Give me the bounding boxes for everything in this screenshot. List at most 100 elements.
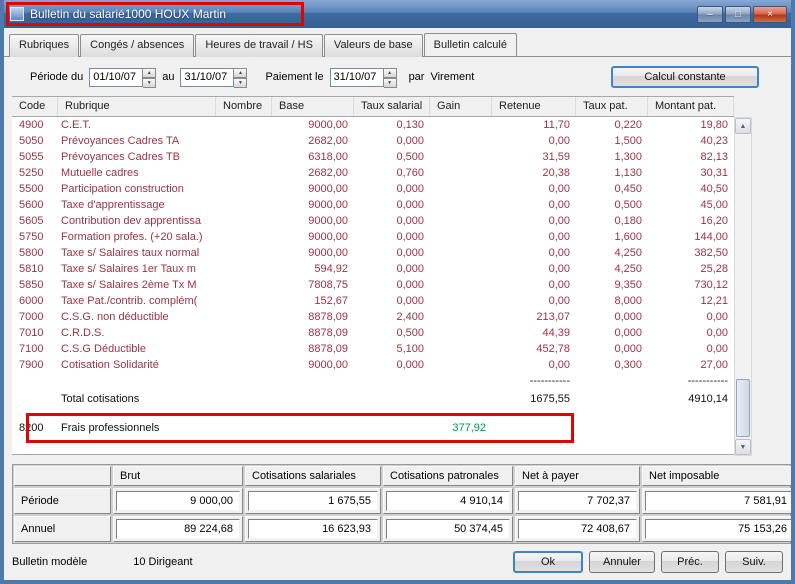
cell-gain [430, 293, 492, 309]
table-row[interactable]: 5750Formation profes. (+20 sala.)9000,00… [12, 229, 734, 245]
cell-taux-salarial: 0,130 [354, 117, 430, 133]
tab-bulletin-calcule[interactable]: Bulletin calculé [424, 33, 517, 56]
cell-taux-pat: 0,000 [576, 325, 648, 341]
tab-valeurs-base[interactable]: Valeurs de base [324, 34, 423, 57]
cell-montant-pat: 12,21 [648, 293, 734, 309]
period-to-input[interactable] [180, 68, 234, 87]
spinner-up-icon[interactable]: ▲ [143, 68, 156, 78]
cell-montant-pat: 0,00 [648, 341, 734, 357]
periode-net-payer: 7 702,37 [518, 491, 637, 511]
table-row[interactable]: 7010C.R.D.S.8878,090,50044,390,0000,00 [12, 325, 734, 341]
cell-rubrique: C.R.D.S. [58, 325, 216, 341]
periode-net-imposable: 7 581,91 [645, 491, 794, 511]
cell-base: 8878,09 [272, 309, 354, 325]
header-rubrique: Rubrique [58, 97, 216, 116]
table-row[interactable]: 5500Participation construction9000,000,0… [12, 181, 734, 197]
cell-retenue: 0,00 [492, 197, 576, 213]
frais-professionnels-row[interactable]: 8200 Frais professionnels 377,92 [12, 419, 734, 437]
cell-base: 9000,00 [272, 357, 354, 373]
cell-montant-pat: 382,50 [648, 245, 734, 261]
cell-nombre [216, 229, 272, 245]
calc-constante-button[interactable]: Calcul constante [611, 66, 759, 88]
table-row[interactable]: 7100C.S.G Déductible8878,095,100452,780,… [12, 341, 734, 357]
table-row[interactable]: 6000Taxe Pat./contrib. complém(152,670,0… [12, 293, 734, 309]
cell-code: 5055 [12, 149, 58, 165]
scroll-down-icon[interactable]: ▼ [735, 439, 751, 455]
summary-row-periode-label: Période [14, 488, 111, 514]
cell-gain [430, 357, 492, 373]
tab-heures-travail[interactable]: Heures de travail / HS [195, 34, 323, 57]
periode-cot-sal: 1 675,55 [248, 491, 378, 511]
scroll-up-icon[interactable]: ▲ [735, 118, 751, 134]
cell-taux-salarial: 0,500 [354, 149, 430, 165]
close-button-icon[interactable]: × [753, 6, 787, 23]
cell-taux-salarial: 0,000 [354, 261, 430, 277]
header-base: Base [272, 97, 354, 116]
cell-nombre [216, 261, 272, 277]
cell-rubrique: Contribution dev apprentissa [58, 213, 216, 229]
cell-taux-pat: 0,300 [576, 357, 648, 373]
scrollbar-thumb[interactable] [736, 379, 750, 437]
cell-code: 6000 [12, 293, 58, 309]
table-row[interactable]: 5850Taxe s/ Salaires 2ème Tx M7808,750,0… [12, 277, 734, 293]
cancel-button[interactable]: Annuler [589, 551, 655, 573]
cell-taux-salarial: 0,000 [354, 181, 430, 197]
cell-base: 9000,00 [272, 181, 354, 197]
spinner-down-icon[interactable]: ▼ [143, 78, 156, 88]
cell-code [12, 373, 58, 389]
previous-button[interactable]: Préc. [661, 551, 719, 573]
cell-retenue: 44,39 [492, 325, 576, 341]
maximize-button-icon[interactable]: □ [725, 6, 751, 23]
window-title: Bulletin du salarié1000 HOUX Martin [30, 7, 226, 21]
cell-gain [430, 261, 492, 277]
cell-taux-salarial: 0,000 [354, 357, 430, 373]
cell-code: 7900 [12, 357, 58, 373]
table-row[interactable]: 5800Taxe s/ Salaires taux normal9000,000… [12, 245, 734, 261]
table-row[interactable]: 5050Prévoyances Cadres TA2682,000,0000,0… [12, 133, 734, 149]
cell-taux-salarial: 5,100 [354, 341, 430, 357]
vertical-scrollbar[interactable]: ▲ ▼ [734, 117, 752, 456]
cell-taux-pat: 9,350 [576, 277, 648, 293]
ok-button[interactable]: Ok [513, 551, 583, 573]
table-row[interactable]: 5600Taxe d'apprentissage9000,000,0000,00… [12, 197, 734, 213]
cell-rubrique: C.S.G. non déductible [58, 309, 216, 325]
period-from-spinner[interactable]: ▲ ▼ [143, 68, 156, 87]
table-row[interactable]: 7000C.S.G. non déductible8878,092,400213… [12, 309, 734, 325]
minimize-button-icon[interactable]: – [697, 6, 723, 23]
cell-rubrique: Taxe s/ Salaires 2ème Tx M [58, 277, 216, 293]
spinner-down-icon[interactable]: ▼ [234, 78, 247, 88]
cell-gain [430, 325, 492, 341]
table-row[interactable]: 4900C.E.T.9000,000,13011,700,22019,80 [12, 117, 734, 133]
payment-by-label: par [409, 71, 425, 83]
payment-date-input[interactable] [330, 68, 384, 87]
table-row[interactable]: 5605Contribution dev apprentissa9000,000… [12, 213, 734, 229]
cell-nombre [216, 165, 272, 181]
period-to-spinner[interactable]: ▲ ▼ [234, 68, 247, 87]
cell-retenue: 0,00 [492, 229, 576, 245]
cell-montant-pat: 730,12 [648, 277, 734, 293]
cell-base: 8878,09 [272, 325, 354, 341]
cell-taux-pat: 0,220 [576, 117, 648, 133]
app-icon [10, 7, 24, 21]
spinner-down-icon[interactable]: ▼ [384, 78, 397, 88]
table-row[interactable]: 5055Prévoyances Cadres TB6318,000,50031,… [12, 149, 734, 165]
tab-rubriques[interactable]: Rubriques [9, 34, 79, 57]
cell-rubrique: Participation construction [58, 181, 216, 197]
table-row[interactable]: 7900Cotisation Solidarité9000,000,0000,0… [12, 357, 734, 373]
next-button[interactable]: Suiv. [725, 551, 783, 573]
titlebar[interactable]: Bulletin du salarié1000 HOUX Martin – □ … [4, 0, 791, 28]
spinner-up-icon[interactable]: ▲ [234, 68, 247, 78]
summary-header-brut: Brut [113, 466, 243, 486]
spinner-up-icon[interactable]: ▲ [384, 68, 397, 78]
cell-gain [430, 245, 492, 261]
summary-row-annuel-label: Annuel [14, 516, 111, 542]
tab-conges-absences[interactable]: Congés / absences [80, 34, 194, 57]
table-row[interactable]: 5250Mutuelle cadres2682,000,76020,381,13… [12, 165, 734, 181]
payment-date-spinner[interactable]: ▲ ▼ [384, 68, 397, 87]
cell-base: 6318,00 [272, 149, 354, 165]
period-from-input[interactable] [89, 68, 143, 87]
total-montant-pat: 4910,14 [648, 389, 734, 409]
cell-base: 9000,00 [272, 197, 354, 213]
table-row[interactable]: 5810Taxe s/ Salaires 1er Taux m594,920,0… [12, 261, 734, 277]
cell-base: 7808,75 [272, 277, 354, 293]
